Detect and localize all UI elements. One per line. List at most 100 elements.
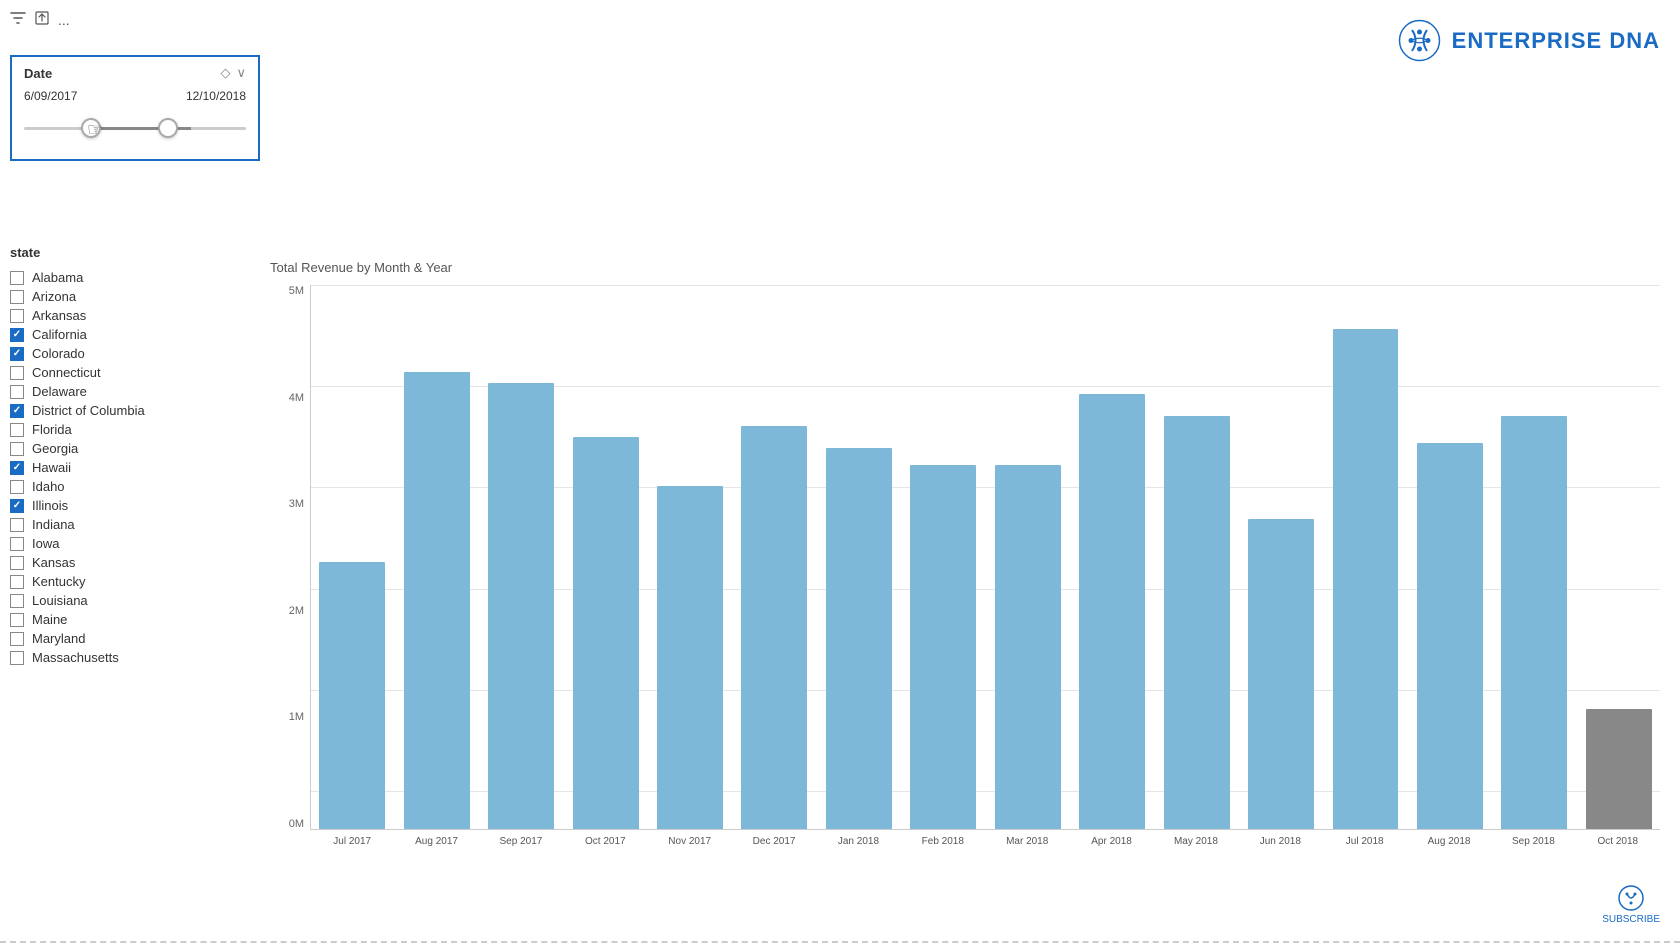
state-label: Indiana [32, 517, 75, 532]
state-item[interactable]: District of Columbia [10, 401, 230, 420]
state-checkbox[interactable] [10, 423, 24, 437]
x-axis-label: Apr 2018 [1069, 830, 1153, 860]
state-item[interactable]: Massachusetts [10, 648, 230, 667]
state-item[interactable]: Delaware [10, 382, 230, 401]
bar [741, 426, 807, 829]
state-item[interactable]: Indiana [10, 515, 230, 534]
date-slicer-header: Date ◇ ∨ [24, 65, 246, 81]
state-label: Connecticut [32, 365, 101, 380]
state-checkbox[interactable] [10, 404, 24, 418]
x-axis-label: Aug 2017 [394, 830, 478, 860]
slider-thumb-left[interactable] [81, 118, 101, 138]
state-item[interactable]: Connecticut [10, 363, 230, 382]
state-label: Arkansas [32, 308, 86, 323]
state-checkbox[interactable] [10, 613, 24, 627]
state-item[interactable]: Alabama [10, 268, 230, 287]
bar-column[interactable] [649, 285, 731, 829]
bar-column[interactable] [1240, 285, 1322, 829]
bar-column[interactable] [395, 285, 477, 829]
state-item[interactable]: Louisiana [10, 591, 230, 610]
state-checkbox[interactable] [10, 290, 24, 304]
state-checkbox[interactable] [10, 518, 24, 532]
bar [1164, 416, 1230, 829]
state-item[interactable]: Maryland [10, 629, 230, 648]
state-checkbox[interactable] [10, 480, 24, 494]
state-item[interactable]: California [10, 325, 230, 344]
state-item[interactable]: Kentucky [10, 572, 230, 591]
state-checkbox[interactable] [10, 594, 24, 608]
state-label: Illinois [32, 498, 68, 513]
bar-column[interactable] [1578, 285, 1660, 829]
state-label: Maine [32, 612, 67, 627]
state-item[interactable]: Illinois [10, 496, 230, 515]
state-checkbox[interactable] [10, 385, 24, 399]
bar [1079, 394, 1145, 829]
subscribe-button[interactable]: SUBSCRIBE [1602, 884, 1660, 925]
state-item[interactable]: Iowa [10, 534, 230, 553]
state-checkbox[interactable] [10, 309, 24, 323]
state-checkbox[interactable] [10, 366, 24, 380]
slider-thumb-right[interactable] [158, 118, 178, 138]
state-label: California [32, 327, 87, 342]
state-label: Maryland [32, 631, 85, 646]
state-checkbox[interactable] [10, 575, 24, 589]
reset-icon[interactable]: ◇ [220, 65, 230, 81]
more-icon[interactable]: ... [58, 12, 70, 28]
date-slider[interactable]: ☞ [24, 113, 246, 143]
state-checkbox[interactable] [10, 347, 24, 361]
state-checkbox[interactable] [10, 271, 24, 285]
bar-column[interactable] [564, 285, 646, 829]
y-axis-label: 2M [289, 605, 304, 617]
bar-column[interactable] [480, 285, 562, 829]
y-axis-label: 4M [289, 392, 304, 404]
y-axis-label: 1M [289, 711, 304, 723]
bar-column[interactable] [1409, 285, 1491, 829]
state-checkbox[interactable] [10, 651, 24, 665]
state-item[interactable]: Maine [10, 610, 230, 629]
state-label: Florida [32, 422, 72, 437]
bar-column[interactable] [1493, 285, 1575, 829]
state-item[interactable]: Kansas [10, 553, 230, 572]
state-label: Massachusetts [32, 650, 119, 665]
bar [319, 562, 385, 829]
state-label: Kentucky [32, 574, 85, 589]
bar-column[interactable] [1155, 285, 1237, 829]
state-checkbox[interactable] [10, 537, 24, 551]
state-item[interactable]: Florida [10, 420, 230, 439]
export-icon[interactable] [34, 10, 50, 29]
state-label: Colorado [32, 346, 85, 361]
bar-column[interactable] [1324, 285, 1406, 829]
state-item[interactable]: Georgia [10, 439, 230, 458]
x-axis-label: Feb 2018 [901, 830, 985, 860]
state-item[interactable]: Arizona [10, 287, 230, 306]
state-label: Iowa [32, 536, 59, 551]
x-axis-label: Sep 2018 [1491, 830, 1575, 860]
slider-track [24, 127, 246, 130]
state-item[interactable]: Colorado [10, 344, 230, 363]
state-checkbox[interactable] [10, 442, 24, 456]
state-item[interactable]: Hawaii [10, 458, 230, 477]
bar-column[interactable] [311, 285, 393, 829]
state-item[interactable]: Idaho [10, 477, 230, 496]
bar-column[interactable] [1071, 285, 1153, 829]
state-checkbox[interactable] [10, 328, 24, 342]
x-axis-label: Sep 2017 [479, 830, 563, 860]
state-checkbox[interactable] [10, 556, 24, 570]
state-checkbox[interactable] [10, 499, 24, 513]
bar [910, 465, 976, 829]
state-item[interactable]: Arkansas [10, 306, 230, 325]
state-checkbox[interactable] [10, 632, 24, 646]
bar-column[interactable] [818, 285, 900, 829]
bar [826, 448, 892, 829]
state-checkbox[interactable] [10, 461, 24, 475]
state-label: Idaho [32, 479, 65, 494]
bar-column[interactable] [987, 285, 1069, 829]
expand-icon[interactable]: ∨ [236, 65, 246, 81]
logo-icon [1397, 18, 1442, 63]
state-label: Kansas [32, 555, 75, 570]
bar-column[interactable] [902, 285, 984, 829]
state-label: District of Columbia [32, 403, 145, 418]
bar-column[interactable] [733, 285, 815, 829]
date-slicer-title: Date [24, 66, 52, 81]
filter-icon[interactable] [10, 10, 26, 29]
